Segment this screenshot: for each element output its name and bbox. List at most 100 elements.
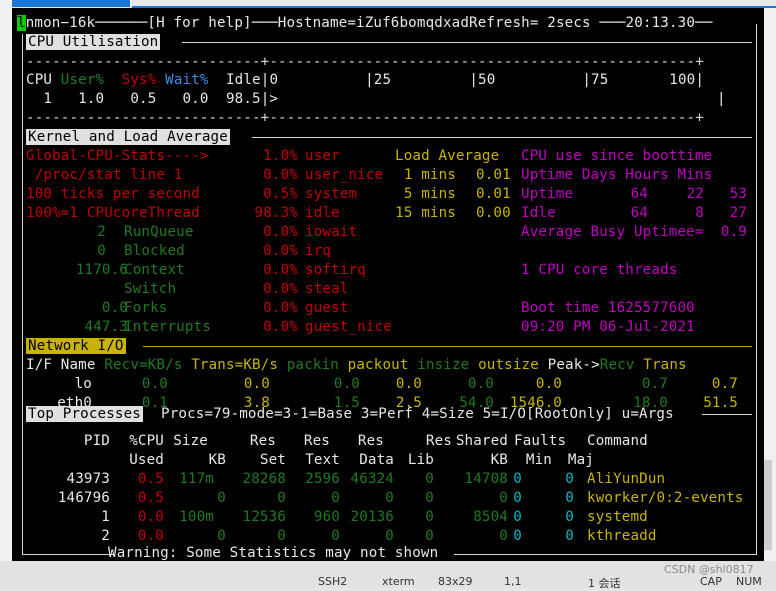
proc-res-text: 0	[331, 490, 340, 506]
cpu-header-row: CPU User% Sys% Wait% Idle|0 |25 |50 |75 …	[26, 71, 704, 90]
proc-header-res_data: Res	[357, 433, 384, 449]
refresh-label: Refresh=	[469, 15, 539, 31]
idle-days: 64	[630, 205, 648, 221]
terminal-cursor: l	[17, 15, 26, 31]
cpu-stat-name: user_nice	[305, 167, 384, 183]
proc-subheader-cpu: Used	[129, 452, 164, 468]
cpu-idle: 98.5	[225, 91, 261, 107]
uptime-label: Uptime	[521, 186, 574, 202]
cpu-utilisation-title[interactable]: CPU Utilisation	[26, 33, 161, 52]
section-rule	[252, 137, 752, 138]
idle-mins: 27	[729, 205, 747, 221]
proc-header-res_text: Res	[303, 433, 330, 449]
col-packout: packout	[347, 357, 409, 373]
load-1-period: 1 mins	[403, 167, 456, 183]
kernel-title[interactable]: Kernel and Load Average	[26, 128, 230, 147]
cpu-sys: 0.5	[130, 91, 157, 107]
cpu-stat-name: irq	[305, 243, 332, 259]
cpu-wait: 0.0	[182, 91, 209, 107]
context-label: Context	[124, 262, 185, 278]
net-peak-trans: 51.5	[703, 395, 738, 411]
cpu-stat-pct: 0.0%	[263, 243, 298, 259]
runqueue-value: 2	[97, 224, 106, 240]
net-peak-recv: 0.7	[641, 376, 668, 392]
proc-header-size: Size	[173, 433, 208, 449]
idle-label: Idle	[521, 205, 556, 221]
cpu-usage-bar: |>	[260, 91, 279, 107]
status-sessions: 1 会话	[588, 577, 621, 590]
section-title: Kernel and Load Average	[26, 129, 230, 145]
proc-subheader-res_text: Text	[305, 452, 340, 468]
cpu-scale: |0 |25 |50 |75 100|	[260, 72, 705, 88]
status-caps: CAP	[700, 575, 722, 588]
proc-fault-min: 0	[513, 490, 522, 506]
proc-subheader-shared: KB	[490, 452, 508, 468]
watermark: CSDN @shl0817	[664, 563, 754, 576]
cpu-stat-name: softirq	[305, 262, 366, 278]
proc-size: 117m	[179, 471, 214, 487]
hostname: iZuf6bomqdxad	[356, 15, 470, 31]
net-outsize: 0.0	[535, 376, 562, 392]
proc-command[interactable]: AliYunDun	[587, 470, 665, 489]
proc-fault-maj: 0	[565, 509, 574, 525]
proc-fault-maj: 0	[565, 471, 574, 487]
section-title: Top Processes	[26, 406, 143, 422]
load-1-value: 0.01	[476, 167, 511, 183]
cpu-stat-pct: 0.0%	[263, 167, 298, 183]
proc-command[interactable]: systemd	[587, 508, 648, 527]
proc-command[interactable]: kthreadd	[587, 527, 657, 546]
cpu-core-threads: 1 CPU core threads	[521, 262, 678, 278]
proc-stat-label: /proc/stat line 1	[26, 167, 183, 183]
proc-size: 0	[217, 490, 226, 506]
outer-border-bottom-left	[22, 554, 114, 555]
col-sys: Sys%	[121, 72, 157, 88]
col-user: User%	[60, 72, 105, 88]
proc-header-shared: Shared	[455, 433, 508, 449]
load-5-value: 0.01	[476, 186, 511, 202]
uptime-mins: 53	[729, 186, 747, 202]
load-15-period: 15 mins	[395, 205, 456, 221]
network-title[interactable]: Network I/O	[26, 337, 126, 356]
load-15-value: 0.00	[476, 205, 511, 221]
cpu-stat-name: iowait	[305, 224, 358, 240]
forks-value: 0.0	[101, 300, 128, 316]
proc-subheader-min: Min	[525, 452, 552, 468]
cpu-stat-pct: 0.0%	[263, 300, 298, 316]
process-mode-info: Procs=79-mode=3-1=Base 3=Perf 4=Size 5=I…	[161, 406, 674, 422]
proc-header-pid: PID	[83, 433, 110, 449]
proc-header-res_set: Res	[249, 433, 276, 449]
proc-fault-min: 0	[513, 528, 522, 544]
proc-res-text: 2596	[305, 471, 340, 487]
proc-subheader-size: KB	[208, 452, 226, 468]
active-session-tab[interactable]	[12, 0, 130, 7]
col-peak-trans: Trans	[643, 357, 687, 373]
col-idle: Idle	[225, 72, 261, 88]
cpu-stat-pct: 0.0%	[263, 319, 298, 335]
status-bar: SSH2 xterm 83x29 1,1 1 会话 CAP NUM	[0, 561, 776, 590]
cpu-stat-name: steal	[305, 281, 349, 297]
net-packin: 0.0	[333, 376, 360, 392]
scrollbar-thumb[interactable]	[764, 460, 772, 550]
top-processes-title[interactable]: Top Processes	[26, 405, 143, 424]
col-cpu: CPU	[26, 72, 53, 88]
proc-res-data: 46324	[350, 471, 394, 487]
terminal-screen[interactable]: lnmon−16k──────[H for help]───Hostname=i…	[12, 8, 764, 561]
net-recv: 0.0	[141, 376, 168, 392]
interrupts-value: 447.3	[84, 319, 128, 335]
proc-cpu: 0.0	[137, 509, 164, 525]
load-average-title: Load Average	[395, 148, 500, 164]
proc-subheader-maj: Maj	[567, 452, 594, 468]
proc-res-data: 0	[385, 490, 394, 506]
cpu-stat-pct: 0.0%	[263, 224, 298, 240]
cpu-stat-pct: 98.3%	[254, 205, 298, 221]
proc-header-faults: Faults	[514, 433, 567, 449]
boottime-title: CPU use since boottime	[521, 148, 713, 164]
proc-cpu: 0.5	[137, 471, 164, 487]
proc-command[interactable]: kworker/0:2-events	[587, 489, 743, 508]
clock: 20:13.30	[625, 15, 696, 31]
section-rule	[702, 414, 752, 415]
context-value: 1170.6	[75, 262, 128, 278]
col-ifname: I/F Name	[26, 357, 96, 373]
uptime-hours: 22	[686, 186, 704, 202]
cpu-user: 1.0	[78, 91, 105, 107]
